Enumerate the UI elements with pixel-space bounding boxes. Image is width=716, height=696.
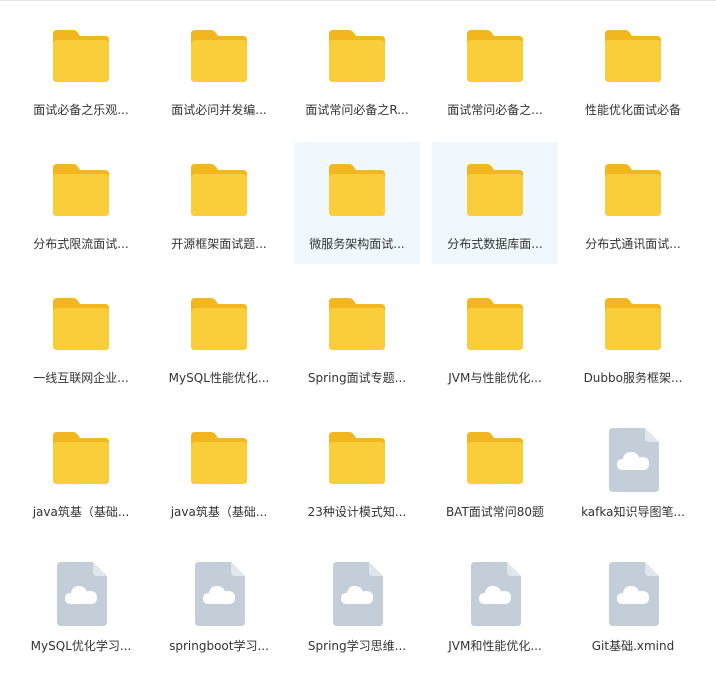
folder-icon	[463, 162, 527, 218]
item-label: 面试常问必备之...	[447, 103, 543, 117]
item-label: 分布式数据库面...	[447, 237, 543, 251]
folder-item[interactable]: 性能优化面试必备	[570, 8, 696, 130]
item-label: 开源框架面试题...	[171, 237, 267, 251]
folder-icon	[187, 430, 251, 486]
cloud-file-icon	[467, 562, 523, 626]
folder-icon	[49, 28, 113, 84]
folder-icon	[325, 162, 389, 218]
folder-item[interactable]: 面试常问必备之...	[432, 8, 558, 130]
cloud-file-icon	[605, 428, 661, 492]
folder-item[interactable]: 开源框架面试题...	[156, 142, 282, 264]
folder-item[interactable]: 23种设计模式知...	[294, 410, 420, 532]
folder-icon	[463, 430, 527, 486]
item-label: Spring学习思维...	[307, 639, 407, 653]
file-item[interactable]: kafka知识导图笔...	[570, 410, 696, 532]
file-item[interactable]: MySQL优化学习...	[18, 544, 144, 666]
cloud-file-icon	[191, 562, 247, 626]
item-label: JVM与性能优化...	[448, 371, 542, 385]
item-label: 微服务架构面试...	[309, 237, 405, 251]
folder-item[interactable]: java筑基（基础...	[18, 410, 144, 532]
folder-item[interactable]: java筑基（基础...	[156, 410, 282, 532]
file-item[interactable]: Spring学习思维...	[294, 544, 420, 666]
folder-icon	[325, 296, 389, 352]
folder-icon	[49, 430, 113, 486]
folder-icon	[49, 296, 113, 352]
cloud-file-icon	[329, 562, 385, 626]
item-label: 分布式限流面试...	[33, 237, 129, 251]
item-label: 面试必问并发编...	[171, 103, 267, 117]
folder-item[interactable]: 分布式限流面试...	[18, 142, 144, 264]
folder-item[interactable]: 分布式通讯面试...	[570, 142, 696, 264]
item-label: springboot学习...	[169, 639, 269, 653]
item-label: 一线互联网企业...	[33, 371, 129, 385]
cloud-file-icon	[605, 562, 661, 626]
item-label: MySQL优化学习...	[30, 639, 132, 653]
item-label: Git基础.xmind	[591, 639, 675, 653]
cloud-file-icon	[53, 562, 109, 626]
folder-icon	[187, 296, 251, 352]
folder-icon	[463, 296, 527, 352]
item-label: java筑基（基础...	[32, 505, 130, 519]
folder-item[interactable]: 面试必问并发编...	[156, 8, 282, 130]
folder-icon	[325, 28, 389, 84]
item-label: 面试必备之乐观...	[33, 103, 129, 117]
folder-icon	[601, 296, 665, 352]
folder-item[interactable]: 面试必备之乐观...	[18, 8, 144, 130]
file-item[interactable]: Git基础.xmind	[570, 544, 696, 666]
folder-icon	[187, 28, 251, 84]
folder-icon	[601, 28, 665, 84]
top-divider	[0, 0, 716, 1]
item-label: 分布式通讯面试...	[585, 237, 681, 251]
folder-icon	[187, 162, 251, 218]
item-label: BAT面试常问80题	[445, 505, 545, 519]
folder-item[interactable]: 微服务架构面试...	[294, 142, 420, 264]
folder-icon	[325, 430, 389, 486]
folder-item[interactable]: Spring面试专题...	[294, 276, 420, 398]
file-item[interactable]: springboot学习...	[156, 544, 282, 666]
file-item[interactable]: JVM和性能优化...	[432, 544, 558, 666]
folder-item[interactable]: 面试常问必备之R...	[294, 8, 420, 130]
folder-item[interactable]: JVM与性能优化...	[432, 276, 558, 398]
folder-item[interactable]: 分布式数据库面...	[432, 142, 558, 264]
folder-icon	[601, 162, 665, 218]
folder-icon	[49, 162, 113, 218]
folder-item[interactable]: BAT面试常问80题	[432, 410, 558, 532]
folder-icon	[463, 28, 527, 84]
item-label: Dubbo服务框架...	[583, 371, 683, 385]
item-label: 面试常问必备之R...	[305, 103, 409, 117]
folder-item[interactable]: Dubbo服务框架...	[570, 276, 696, 398]
item-label: java筑基（基础...	[170, 505, 268, 519]
item-label: MySQL性能优化...	[168, 371, 270, 385]
item-label: Spring面试专题...	[307, 371, 407, 385]
folder-item[interactable]: 一线互联网企业...	[18, 276, 144, 398]
item-label: kafka知识导图笔...	[581, 505, 685, 519]
item-label: 性能优化面试必备	[584, 103, 681, 117]
file-grid: 面试必备之乐观... 面试必问并发编... 面试常问必备之R... 面试常问必备之..…	[12, 8, 702, 678]
item-label: 23种设计模式知...	[307, 505, 407, 519]
folder-item[interactable]: MySQL性能优化...	[156, 276, 282, 398]
item-label: JVM和性能优化...	[448, 639, 542, 653]
